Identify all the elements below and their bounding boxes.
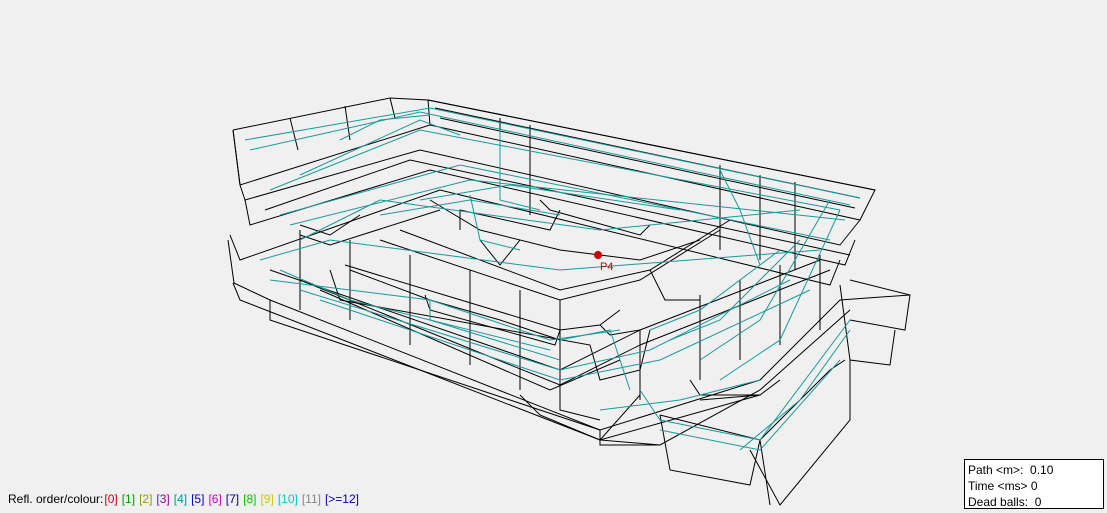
legend-items: [0] [1] [2] [3] [4] [5] [6] [7] [8] [9] [10] [11] [>… bbox=[104, 492, 363, 506]
legend-label: Refl. order/colour: bbox=[8, 492, 104, 506]
legend-item-12: [>=12] bbox=[324, 492, 359, 506]
legend-item-1: [1] bbox=[121, 492, 136, 506]
path-label: Path <m>: bbox=[968, 463, 1024, 477]
time-value: 0 bbox=[1030, 479, 1038, 493]
legend-item-7: [7] bbox=[225, 492, 240, 506]
path-row: Path <m>: 0.10 bbox=[968, 462, 1100, 478]
stats-panel: Path <m>: 0.10 Time <ms> 0 Dead balls: 0 bbox=[964, 459, 1104, 509]
time-label: Time <ms> bbox=[968, 479, 1028, 493]
point-label: P4 bbox=[600, 261, 613, 273]
dead-balls-label: Dead balls: bbox=[968, 495, 1029, 509]
legend-item-8: [8] bbox=[243, 492, 257, 506]
dead-balls-row: Dead balls: 0 bbox=[968, 494, 1100, 510]
point-marker-p4: P4 bbox=[594, 251, 613, 273]
path-value: 0.10 bbox=[1030, 463, 1054, 477]
legend-item-9: [9] bbox=[260, 492, 274, 506]
ray-paths bbox=[244, 107, 861, 451]
reflection-order-legend: Refl. order/colour:[0] [1] [2] [3] [4] [5] [6]… bbox=[8, 492, 363, 506]
legend-item-0: [0] bbox=[104, 492, 118, 506]
dead-balls-value: 0 bbox=[1034, 495, 1042, 509]
legend-item-3: [3] bbox=[156, 492, 170, 506]
legend-item-6: [6] bbox=[208, 492, 222, 506]
receiver-point-icon bbox=[594, 251, 602, 259]
wireframe-scene[interactable]: P4 bbox=[0, 0, 1107, 513]
legend-item-4: [4] bbox=[173, 492, 188, 506]
time-row: Time <ms> 0 bbox=[968, 478, 1100, 494]
building-wireframe bbox=[227, 97, 911, 506]
legend-item-11: [11] bbox=[301, 492, 321, 506]
legend-item-10: [10] bbox=[277, 492, 298, 506]
legend-item-2: [2] bbox=[139, 492, 153, 506]
3d-viewport[interactable]: P4 Refl. order/colour:[0] [1] [2] [3] [4] [5]… bbox=[0, 0, 1107, 513]
legend-item-5: [5] bbox=[191, 492, 205, 506]
